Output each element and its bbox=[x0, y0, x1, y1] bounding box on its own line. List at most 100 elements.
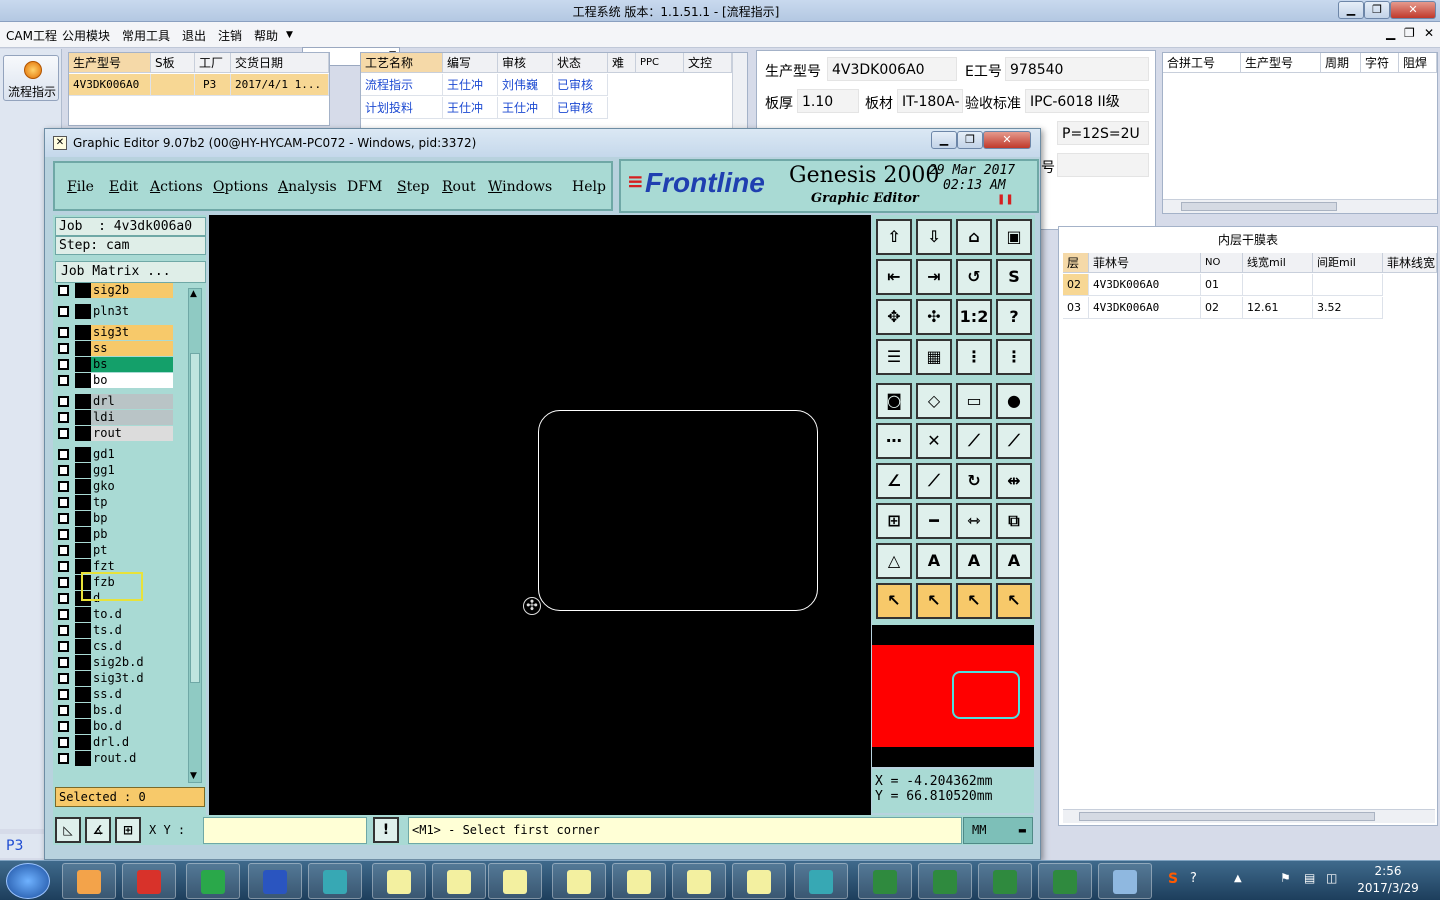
layer-name[interactable]: sig2b bbox=[91, 283, 173, 298]
column-header[interactable]: 间距mil bbox=[1313, 253, 1383, 273]
layer-affected-indicator[interactable] bbox=[75, 304, 91, 319]
menu-windows[interactable]: Windows bbox=[488, 179, 552, 195]
layer-affected-indicator[interactable] bbox=[75, 463, 91, 478]
layer-row[interactable]: gko bbox=[55, 479, 175, 494]
layer-checkbox[interactable] bbox=[58, 375, 69, 386]
layer-checkbox[interactable] bbox=[58, 396, 69, 407]
column-header[interactable]: 工厂 bbox=[195, 53, 231, 73]
window-icon[interactable]: ▣ bbox=[996, 219, 1032, 255]
layer-checkbox[interactable] bbox=[58, 577, 69, 588]
measure-icon[interactable]: ⇿ bbox=[956, 503, 992, 539]
scroll-thumb[interactable] bbox=[1079, 812, 1375, 821]
layer-row[interactable]: bo bbox=[55, 373, 175, 388]
mdi-minimize-icon[interactable]: ▁ bbox=[1386, 26, 1395, 40]
layer-affected-indicator[interactable] bbox=[75, 283, 91, 298]
horizontal-scrollbar[interactable] bbox=[1063, 809, 1435, 823]
layer-name[interactable]: ss.d bbox=[91, 687, 173, 702]
layer-affected-indicator[interactable] bbox=[75, 325, 91, 340]
column-header[interactable]: 菲林号 bbox=[1089, 253, 1201, 273]
layer-affected-indicator[interactable] bbox=[75, 426, 91, 441]
layer-checkbox[interactable] bbox=[58, 673, 69, 684]
point-icon[interactable]: ⟋ bbox=[996, 423, 1032, 459]
layer-row[interactable]: ss.d bbox=[55, 687, 175, 702]
pointer-net-icon[interactable]: ↖ bbox=[996, 583, 1032, 619]
redraw-icon[interactable]: S bbox=[996, 259, 1032, 295]
rotate-icon[interactable]: ↻ bbox=[956, 463, 992, 499]
layer-checkbox[interactable] bbox=[58, 705, 69, 716]
layer-row[interactable]: sig3t bbox=[55, 325, 175, 340]
layer-name[interactable]: ts.d bbox=[91, 623, 173, 638]
layer-name[interactable]: tp bbox=[91, 495, 173, 510]
graphic-canvas[interactable]: ✣ bbox=[209, 215, 871, 815]
help-tray-icon[interactable]: ? bbox=[1190, 871, 1197, 886]
layer-name[interactable]: bo bbox=[91, 373, 173, 388]
fit-icon[interactable]: ✥ bbox=[876, 299, 912, 335]
speaker-tray-icon[interactable]: ◫ bbox=[1326, 871, 1337, 885]
taskbar-app-button[interactable] bbox=[248, 863, 302, 899]
layer-checkbox[interactable] bbox=[58, 545, 69, 556]
layer-affected-indicator[interactable] bbox=[75, 527, 91, 542]
taskbar-app-button[interactable] bbox=[1038, 863, 1092, 899]
minimize-button[interactable]: ▁ bbox=[1338, 1, 1364, 19]
taskbar-app-button[interactable] bbox=[488, 863, 542, 899]
menu-tools[interactable]: 常用工具 bbox=[122, 27, 170, 44]
layer-checkbox[interactable] bbox=[58, 465, 69, 476]
menu-help[interactable]: Help bbox=[572, 179, 606, 195]
job-matrix-button[interactable]: Job Matrix ... bbox=[55, 261, 206, 283]
menu-logout[interactable]: 注销 bbox=[218, 27, 242, 44]
layer-checkbox[interactable] bbox=[58, 753, 69, 764]
layer-affected-indicator[interactable] bbox=[75, 655, 91, 670]
layer-checkbox[interactable] bbox=[58, 689, 69, 700]
chevron-down-icon[interactable]: ▼ bbox=[286, 30, 293, 40]
settings-icon[interactable]: ☰ bbox=[876, 339, 912, 375]
layer-checkbox[interactable] bbox=[58, 306, 69, 317]
column-header[interactable]: 文控 bbox=[684, 53, 732, 73]
menu-exit[interactable]: 退出 bbox=[182, 27, 206, 44]
taskbar-app-button[interactable] bbox=[186, 863, 240, 899]
layer-row[interactable]: pln3t bbox=[55, 304, 175, 319]
layer-row[interactable]: drl bbox=[55, 394, 175, 409]
pointer-box-icon[interactable]: ↖ bbox=[916, 583, 952, 619]
ruler-icon[interactable]: ▭ bbox=[956, 383, 992, 419]
taskbar-app-button[interactable] bbox=[858, 863, 912, 899]
layer-checkbox[interactable] bbox=[58, 609, 69, 620]
layer-row[interactable]: sig3t.d bbox=[55, 671, 175, 686]
query-icon[interactable]: ? bbox=[996, 299, 1032, 335]
menu-analysis[interactable]: Analysis bbox=[278, 179, 337, 195]
ime-icon[interactable]: S bbox=[1168, 871, 1184, 887]
layer-checkbox[interactable] bbox=[58, 285, 69, 296]
layer-affected-indicator[interactable] bbox=[75, 719, 91, 734]
layer-name[interactable]: bs bbox=[91, 357, 173, 372]
scroll-thumb[interactable] bbox=[190, 353, 200, 683]
layer-row[interactable]: to.d bbox=[55, 607, 175, 622]
layer-affected-indicator[interactable] bbox=[75, 639, 91, 654]
layer-affected-indicator[interactable] bbox=[75, 543, 91, 558]
layer-name[interactable]: sig3t bbox=[91, 325, 173, 340]
tri-a-icon[interactable]: A bbox=[916, 543, 952, 579]
layer-checkbox[interactable] bbox=[58, 529, 69, 540]
layer-name[interactable]: ss bbox=[91, 341, 173, 356]
clock-time[interactable]: 2:56 bbox=[1350, 864, 1426, 878]
genesis-close-button[interactable]: ✕ bbox=[983, 131, 1031, 149]
layer-affected-indicator[interactable] bbox=[75, 671, 91, 686]
layer-checkbox[interactable] bbox=[58, 721, 69, 732]
layer-affected-indicator[interactable] bbox=[75, 495, 91, 510]
column-header[interactable]: 菲林线宽 bbox=[1383, 253, 1437, 273]
table-row[interactable]: 4V3DK006A0 P3 2017/4/1 1... bbox=[69, 74, 329, 96]
add-pad-icon[interactable]: ⊞ bbox=[876, 503, 912, 539]
scroll-down-icon[interactable]: ▼ bbox=[190, 771, 200, 781]
close-button[interactable]: ✕ bbox=[1390, 1, 1436, 19]
column-header[interactable]: 审核 bbox=[498, 53, 553, 73]
table-row[interactable]: 03 4V3DK006A0 02 12.61 3.52 bbox=[1063, 297, 1437, 319]
layer-row[interactable]: bp bbox=[55, 511, 175, 526]
copy-icon[interactable]: ⧉ bbox=[996, 503, 1032, 539]
menu-cam[interactable]: CAM工程 bbox=[6, 27, 57, 44]
layer-checkbox[interactable] bbox=[58, 449, 69, 460]
column-header[interactable]: 交货日期 bbox=[231, 53, 329, 73]
layer-checkbox[interactable] bbox=[58, 497, 69, 508]
column-header[interactable]: 生产型号 bbox=[69, 53, 151, 73]
taskbar-app-button[interactable] bbox=[62, 863, 116, 899]
connect-icon[interactable]: ⋯ bbox=[876, 423, 912, 459]
zoom-left-icon[interactable]: ⇤ bbox=[876, 259, 912, 295]
download-icon[interactable]: ⇩ bbox=[916, 219, 952, 255]
